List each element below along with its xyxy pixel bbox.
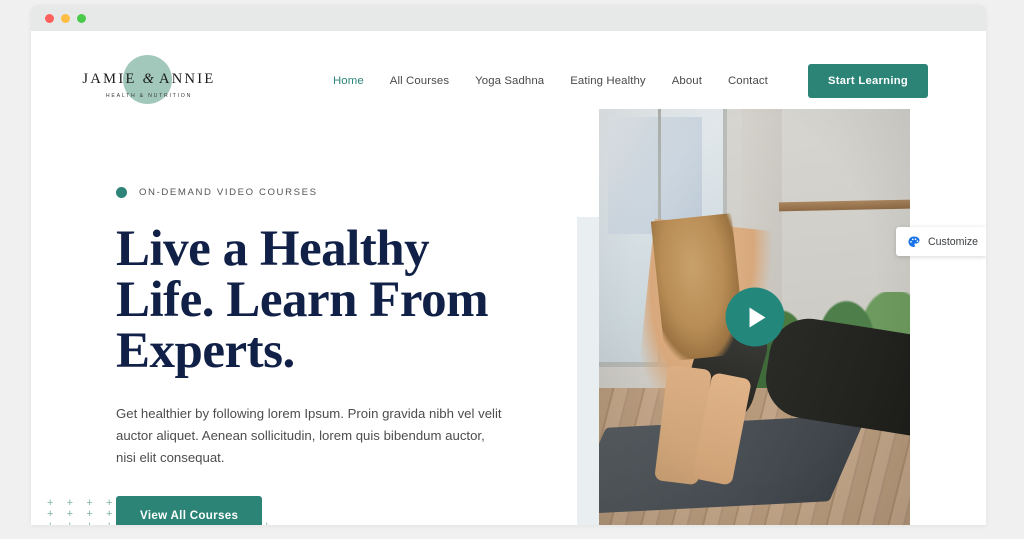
- logo-tagline: HEALTH & NUTRITION: [105, 93, 193, 99]
- nav-item-home[interactable]: Home: [333, 75, 364, 87]
- main-navigation: Home All Courses Yoga Sadhna Eating Heal…: [333, 64, 928, 98]
- nav-item-yoga-sadhna[interactable]: Yoga Sadhna: [475, 75, 544, 87]
- site-logo[interactable]: JAMIE & ANNIE HEALTH & NUTRITION: [82, 55, 215, 107]
- logo-name-second: ANNIE: [158, 71, 216, 87]
- hero-headline: Live a Healthy Life. Learn From Experts.: [116, 221, 489, 379]
- customize-label: Customize: [928, 235, 979, 248]
- hero-text-column: ON-DEMAND VIDEO COURSES Live a Healthy L…: [47, 187, 536, 525]
- browser-window: JAMIE & ANNIE HEALTH & NUTRITION Home Al…: [31, 5, 986, 525]
- hero-media-column: [577, 109, 977, 525]
- palette-icon: [908, 235, 920, 247]
- minimize-window-button[interactable]: [61, 13, 70, 23]
- logo-name-first: JAMIE: [82, 71, 137, 87]
- nav-item-eating-healthy[interactable]: Eating Healthy: [570, 75, 645, 87]
- hero-section: ON-DEMAND VIDEO COURSES Live a Healthy L…: [31, 109, 986, 525]
- site-header: JAMIE & ANNIE HEALTH & NUTRITION Home Al…: [31, 31, 986, 109]
- browser-titlebar: [31, 5, 986, 31]
- hero-cta-row: + + + + + + + + + + + + + + + + + + + + …: [47, 495, 536, 525]
- maximize-window-button[interactable]: [77, 13, 86, 23]
- logo-wordmark: JAMIE & ANNIE: [82, 71, 215, 88]
- customize-button[interactable]: Customize: [896, 227, 986, 256]
- hero-description: Get healthier by following lorem Ipsum. …: [116, 406, 502, 466]
- nav-item-contact[interactable]: Contact: [728, 75, 768, 87]
- page-content: JAMIE & ANNIE HEALTH & NUTRITION Home Al…: [31, 31, 986, 525]
- hero-eyebrow: ON-DEMAND VIDEO COURSES: [116, 187, 536, 198]
- start-learning-button[interactable]: Start Learning: [807, 64, 928, 98]
- bullet-dot-icon: [116, 187, 127, 198]
- close-window-button[interactable]: [45, 13, 54, 23]
- view-all-courses-button[interactable]: View All Courses: [116, 495, 263, 525]
- play-triangle-icon: [749, 307, 765, 327]
- logo-ampersand: &: [142, 71, 154, 87]
- nav-item-all-courses[interactable]: All Courses: [390, 75, 449, 87]
- hero-video-thumbnail[interactable]: [599, 109, 910, 525]
- play-video-button[interactable]: [725, 287, 784, 347]
- nav-item-about[interactable]: About: [672, 75, 702, 87]
- hero-eyebrow-label: ON-DEMAND VIDEO COURSES: [139, 187, 318, 198]
